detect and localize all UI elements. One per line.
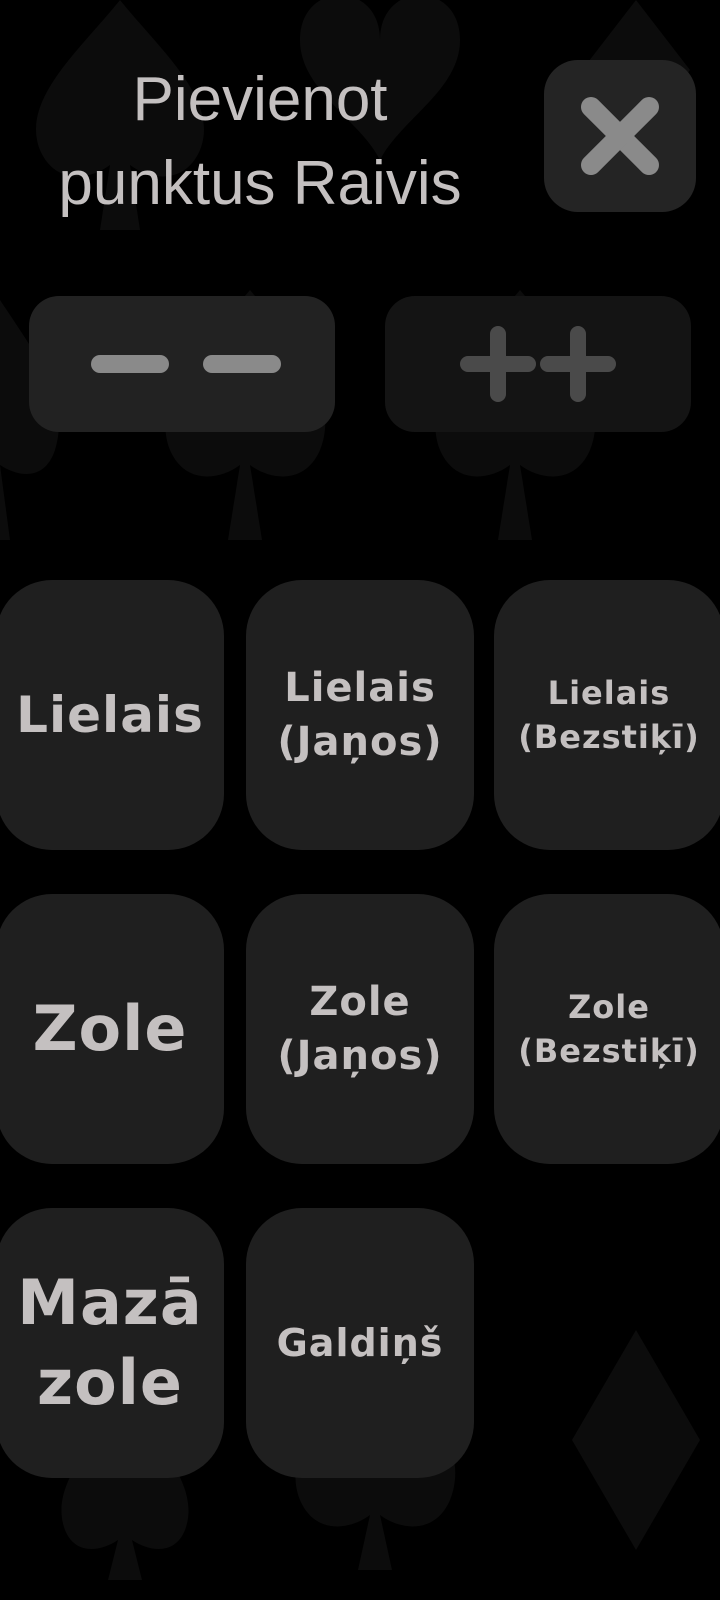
game-button-lielais[interactable]: Lielais bbox=[0, 580, 224, 850]
diamond-decoration bbox=[572, 1330, 700, 1550]
increase-points-button[interactable] bbox=[385, 296, 691, 432]
game-button-zole-janos[interactable]: Zole (Jaņos) bbox=[246, 894, 474, 1164]
game-button-galdins[interactable]: Galdiņš bbox=[246, 1208, 474, 1478]
game-button-label: Zole (Bezstiķī) bbox=[518, 988, 700, 1070]
game-button-label: Mazā zole bbox=[17, 1266, 203, 1419]
game-button-maza-zole[interactable]: Mazā zole bbox=[0, 1208, 224, 1478]
decrease-points-button[interactable] bbox=[29, 296, 335, 432]
dialog-title: Pievienot punktus Raivis bbox=[20, 58, 500, 226]
close-button[interactable] bbox=[544, 60, 696, 212]
dialog-title-text: Pievienot punktus Raivis bbox=[58, 65, 462, 218]
game-button-zole[interactable]: Zole bbox=[0, 894, 224, 1164]
game-button-label: Galdiņš bbox=[276, 1321, 444, 1365]
close-icon bbox=[581, 97, 659, 175]
double-plus-icon bbox=[460, 326, 616, 402]
game-button-label: Lielais bbox=[16, 686, 204, 744]
game-button-zole-bezstiki[interactable]: Zole (Bezstiķī) bbox=[494, 894, 720, 1164]
game-button-label: Lielais (Jaņos) bbox=[277, 665, 443, 765]
game-button-lielais-bezstiki[interactable]: Lielais (Bezstiķī) bbox=[494, 580, 720, 850]
game-button-lielais-janos[interactable]: Lielais (Jaņos) bbox=[246, 580, 474, 850]
game-button-label: Lielais (Bezstiķī) bbox=[518, 674, 700, 756]
double-minus-icon bbox=[91, 355, 281, 373]
game-button-label: Zole (Jaņos) bbox=[277, 979, 443, 1079]
game-button-label: Zole bbox=[32, 992, 188, 1065]
